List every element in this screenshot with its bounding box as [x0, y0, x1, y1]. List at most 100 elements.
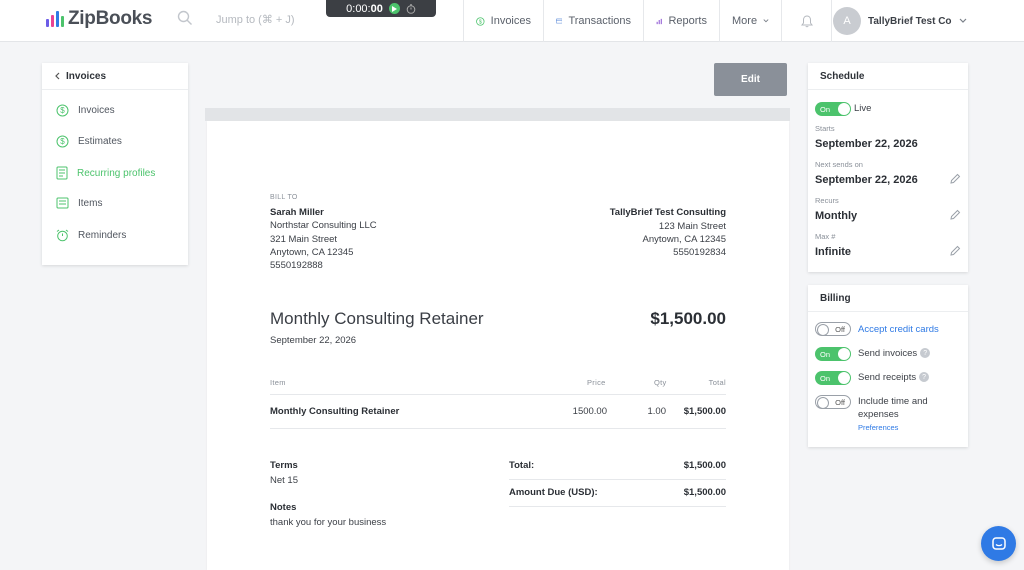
dollar-circle-icon: $	[476, 16, 485, 26]
help-icon[interactable]: ?	[920, 348, 931, 359]
dollar-circle-icon: $	[56, 135, 69, 148]
svg-text:$: $	[60, 137, 65, 146]
next-sends-label: Next sends on	[815, 160, 863, 169]
send-invoices-row: Send invoices?	[858, 348, 931, 359]
search-icon[interactable]	[177, 10, 193, 26]
sidebar-item-items[interactable]: Items	[56, 197, 102, 209]
chevron-left-icon	[55, 72, 60, 80]
chevron-down-icon	[763, 19, 769, 23]
card-icon	[556, 18, 563, 24]
total-label: Total:	[509, 460, 535, 471]
recurring-doc-icon	[56, 166, 68, 180]
amount-due-label: Amount Due (USD):	[509, 487, 598, 498]
column-price: Price	[587, 378, 606, 387]
column-item: Item	[270, 378, 286, 387]
stopwatch-icon[interactable]	[406, 3, 416, 14]
next-sends-value: September 22, 2026	[815, 174, 918, 186]
sidebar-item-recurring-profiles[interactable]: Recurring profiles	[56, 166, 155, 180]
table-divider	[270, 428, 726, 429]
sidebar-item-invoices[interactable]: $ Invoices	[56, 104, 115, 117]
bar-chart-icon	[656, 18, 662, 24]
nav-transactions-label: Transactions	[568, 15, 631, 27]
billing-title: Billing	[808, 285, 968, 312]
jump-to-search[interactable]: Jump to (⌘ + J)	[216, 13, 295, 26]
live-label: Live	[854, 103, 872, 114]
sidebar-item-label: Invoices	[78, 105, 115, 116]
sidebar-item-estimates[interactable]: $ Estimates	[56, 135, 122, 148]
starts-label: Starts	[815, 124, 835, 133]
client-company: Northstar Consulting LLC	[270, 220, 377, 231]
terms-label: Terms	[270, 460, 298, 471]
dollar-circle-icon: $	[56, 104, 69, 117]
include-time-label: Include time and expenses	[858, 396, 928, 420]
accept-credit-cards-link[interactable]: Accept credit cards	[858, 324, 939, 335]
alarm-icon	[56, 229, 69, 242]
edit-button[interactable]: Edit	[714, 63, 787, 96]
sender-name: TallyBrief Test Consulting	[609, 207, 726, 218]
pencil-icon[interactable]	[949, 209, 961, 221]
sender-city: Anytown, CA 12345	[642, 234, 726, 245]
sidebar-item-label: Items	[78, 197, 103, 209]
sidebar-back-link[interactable]: Invoices	[42, 63, 188, 90]
account-name: TallyBrief Test Co	[868, 15, 952, 27]
play-icon[interactable]	[388, 3, 400, 14]
terms-value: Net 15	[270, 475, 298, 486]
invoices-sidebar: Invoices $ Invoices $ Estimates Recurrin…	[42, 63, 188, 265]
send-receipts-toggle[interactable]: On	[815, 371, 851, 385]
sidebar-item-label: Recurring profiles	[77, 167, 156, 179]
schedule-title: Schedule	[808, 63, 968, 90]
invoice-top-strip	[205, 108, 790, 121]
notes-label: Notes	[270, 502, 297, 513]
chat-button[interactable]	[981, 526, 1016, 561]
starts-value: September 22, 2026	[815, 138, 918, 150]
sender-street: 123 Main Street	[658, 221, 726, 232]
total-value: $1,500.00	[683, 460, 726, 471]
time-tracker[interactable]: 0:00:00	[326, 0, 436, 17]
include-time-toggle[interactable]: Off	[815, 395, 851, 409]
notes-value: thank you for your business	[270, 517, 387, 528]
credit-toggle-text: Off	[835, 324, 845, 334]
column-total: Total	[708, 378, 726, 387]
send-invoices-toggle[interactable]: On	[815, 347, 851, 361]
nav-more[interactable]: More	[719, 0, 781, 42]
send-invoices-label: Send invoices	[858, 348, 918, 359]
invoice-amount: $1,500.00	[650, 309, 726, 328]
recurs-label: Recurs	[815, 196, 839, 205]
recurs-value: Monthly	[815, 210, 858, 222]
sidebar-item-reminders[interactable]: Reminders	[56, 229, 126, 242]
avatar: A	[833, 7, 861, 35]
nav-invoices-label: Invoices	[490, 15, 531, 27]
timer-display: 0:00:00	[346, 2, 383, 15]
chevron-down-icon	[959, 18, 966, 23]
account-menu[interactable]: A TallyBrief Test Co	[831, 0, 1024, 42]
table-header-divider	[270, 394, 726, 395]
bill-to-label: BILL TO	[270, 194, 298, 201]
pencil-icon[interactable]	[949, 245, 961, 257]
send-invoices-toggle-text: On	[820, 349, 831, 359]
billing-card: Billing Off Accept credit cards On Send …	[808, 285, 968, 447]
time-toggle-text: Off	[835, 397, 845, 407]
sidebar-item-label: Reminders	[78, 230, 127, 241]
send-receipts-label: Send receipts	[858, 372, 917, 383]
list-icon	[56, 197, 69, 209]
credit-cards-toggle[interactable]: Off	[815, 322, 851, 336]
nav-reports-label: Reports	[668, 15, 707, 27]
help-icon[interactable]: ?	[919, 372, 930, 383]
sender-phone: 5550192834	[673, 247, 726, 258]
invoice-title: Monthly Consulting Retainer	[270, 309, 484, 328]
line-item-price: 1500.00	[572, 406, 607, 417]
invoice-document: BILL TO Sarah Miller Northstar Consultin…	[207, 121, 789, 570]
nav-invoices[interactable]: $ Invoices	[463, 0, 543, 42]
live-toggle-text: On	[820, 104, 831, 114]
nav-transactions[interactable]: Transactions	[543, 0, 643, 42]
preferences-link[interactable]: Preferences	[858, 423, 898, 432]
amount-due-value: $1,500.00	[683, 487, 726, 498]
nav-reports[interactable]: Reports	[643, 0, 719, 42]
max-value: Infinite	[815, 246, 852, 258]
notifications-button[interactable]	[781, 0, 831, 42]
live-toggle[interactable]: On	[815, 102, 851, 116]
pencil-icon[interactable]	[949, 173, 961, 185]
zipbooks-logo[interactable]: ZipBooks	[46, 8, 152, 30]
line-item-total: $1,500.00	[683, 406, 726, 417]
client-city: Anytown, CA 12345	[270, 247, 354, 258]
